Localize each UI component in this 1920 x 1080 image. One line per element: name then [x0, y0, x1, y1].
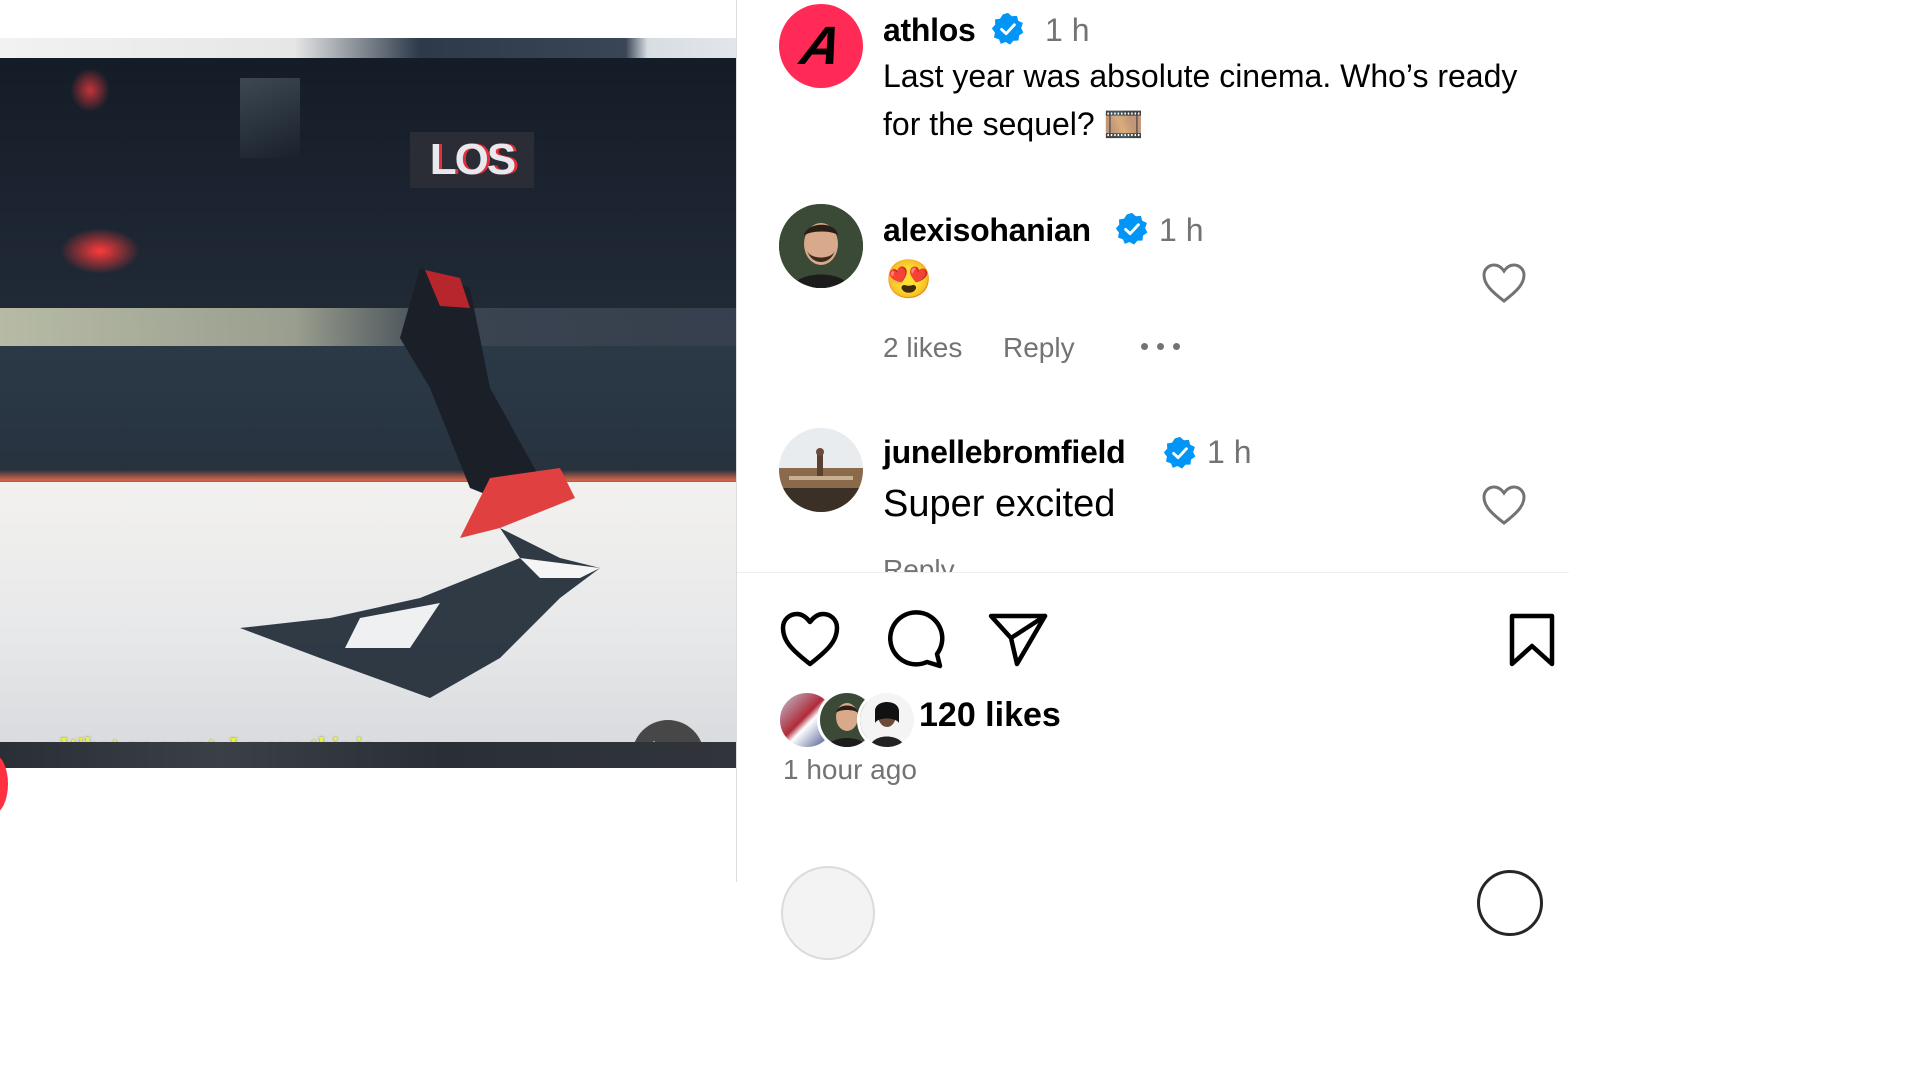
landscape-photo [779, 428, 863, 512]
comment-avatar-alexisohanian[interactable] [779, 204, 863, 288]
comments-section[interactable]: A athlos 1 h Last year was absolute cine… [737, 0, 1569, 572]
verified-badge-icon [1115, 212, 1148, 245]
section-divider [737, 572, 1569, 573]
post-details-panel: A athlos 1 h Last year was absolute cine… [736, 0, 1569, 960]
reply-button[interactable]: Reply [883, 554, 955, 572]
likes-count[interactable]: 120 likes [919, 696, 1061, 735]
next-icon [1477, 870, 1543, 936]
comment-text: 😍 [885, 259, 933, 301]
author-logo: A [795, 16, 847, 76]
verified-badge-icon [991, 12, 1024, 45]
more-options-icon[interactable] [1139, 336, 1183, 356]
video-player[interactable]: LOS What an event. I mean this is... [0, 58, 736, 742]
portrait-photo [779, 204, 863, 288]
comment-icon[interactable] [883, 608, 945, 670]
comment-time: 1 h [1207, 434, 1252, 470]
post-timestamp: 1 hour ago [783, 754, 917, 785]
liker-avatar[interactable] [857, 690, 917, 750]
portrait-photo [860, 693, 914, 747]
post-caption: Last year was absolute cinema. Who’s rea… [883, 58, 1518, 142]
reply-button[interactable]: Reply [1003, 332, 1075, 364]
comment-avatar-junellebromfield[interactable] [779, 428, 863, 512]
author-username[interactable]: athlos [883, 12, 976, 49]
next-avatar [781, 866, 875, 960]
author-avatar[interactable]: A [779, 4, 863, 88]
comment-text: Super excited [883, 483, 1116, 525]
post-time: 1 h [1045, 12, 1090, 48]
video-bottom-strip [0, 742, 736, 768]
comment-username[interactable]: junellebromfield [883, 434, 1126, 471]
video-panel: LOS What an event. I mean this is... [0, 0, 736, 882]
verified-badge-icon [1163, 436, 1196, 469]
comment-time: 1 h [1159, 212, 1204, 248]
bookmark-icon[interactable] [1507, 612, 1557, 668]
video-top-strip [0, 38, 736, 60]
comment-like-heart-icon[interactable] [1481, 484, 1527, 526]
comment-username[interactable]: alexisohanian [883, 212, 1091, 249]
heart-icon[interactable] [779, 610, 841, 668]
comment-like-heart-icon[interactable] [1481, 262, 1527, 304]
comment-likes-count[interactable]: 2 likes [883, 332, 962, 364]
video-subtitle: What an event. I mean this is... [60, 734, 392, 742]
paper-plane-icon[interactable] [987, 610, 1049, 668]
